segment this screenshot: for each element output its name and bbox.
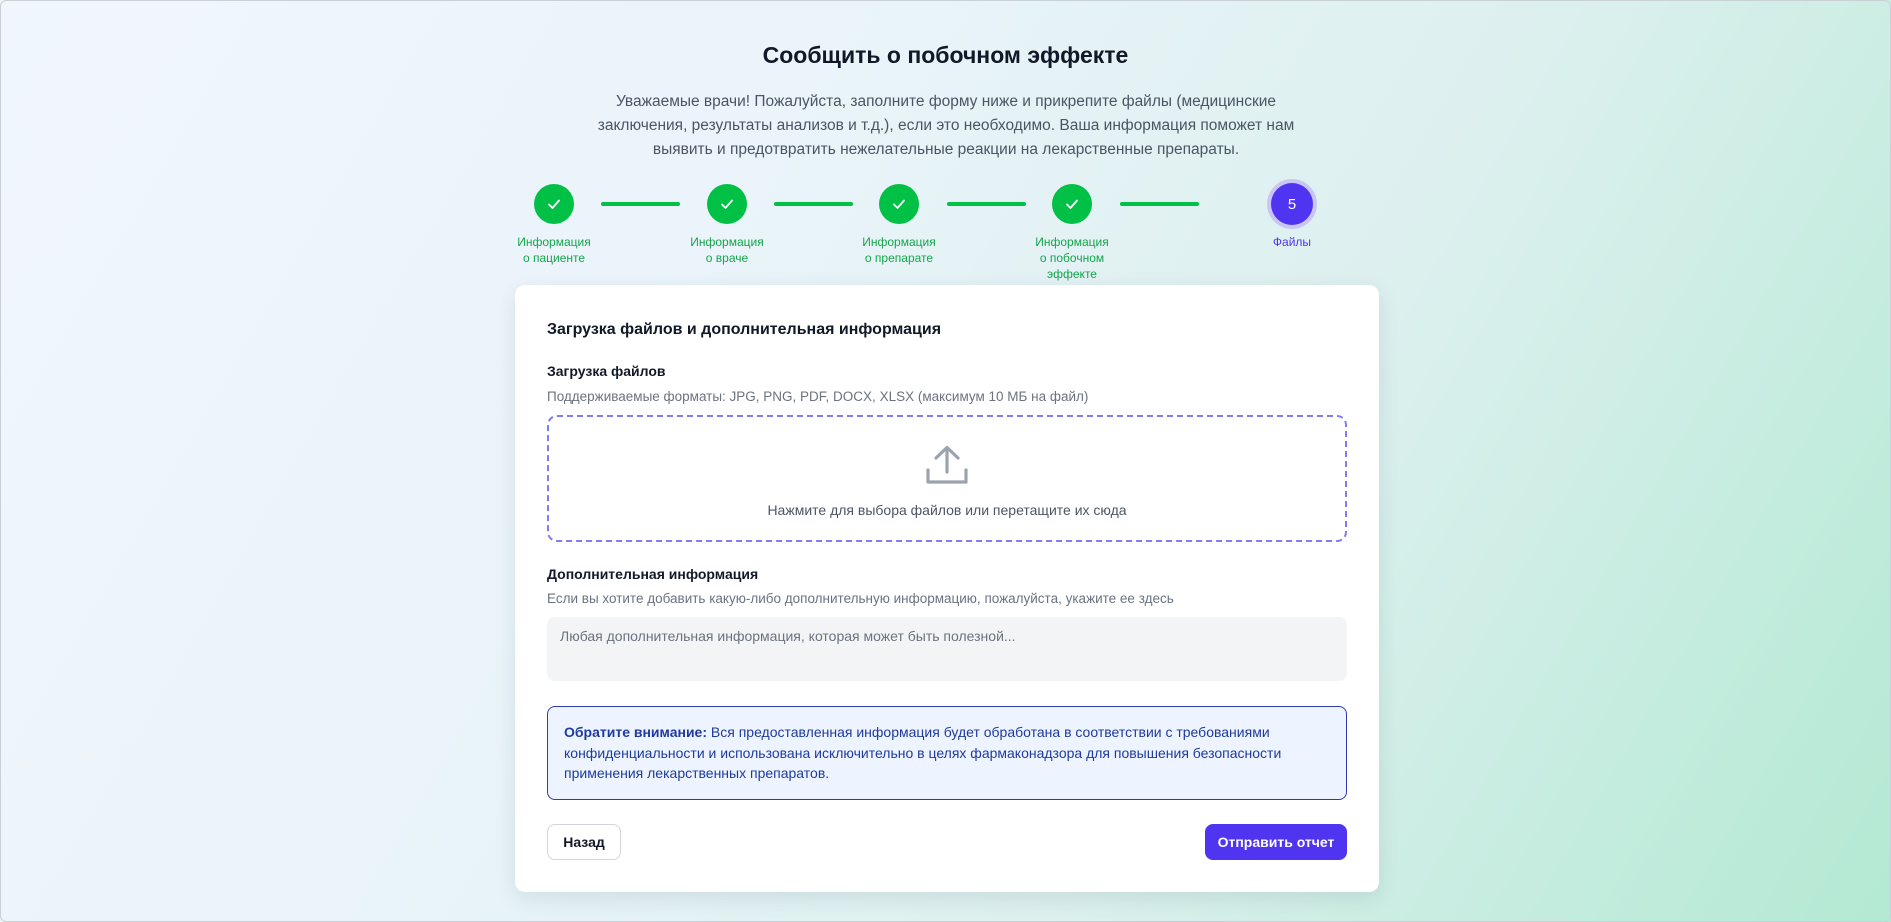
- step-5-number: 5: [1287, 195, 1297, 213]
- submit-report-button[interactable]: Отправить отчет: [1205, 824, 1347, 860]
- upload-label: Загрузка файлов: [547, 363, 666, 379]
- additional-info-label: Дополнительная информация: [547, 566, 759, 582]
- step-3-label: Информация о препарате: [862, 235, 936, 265]
- step-3-circle[interactable]: [879, 184, 919, 224]
- file-dropzone[interactable]: Нажмите для выбора файлов или перетащите…: [547, 415, 1347, 542]
- step-connector: [1120, 202, 1199, 206]
- check-icon: [893, 199, 905, 209]
- check-icon: [1066, 199, 1078, 209]
- step-2-label: Информация о враче: [690, 235, 764, 265]
- additional-info-hint: Если вы хотите добавить какую-либо допол…: [547, 591, 1174, 606]
- step-connector: [774, 202, 853, 206]
- step-4-label: Информация о побочном эффекте: [1035, 235, 1109, 281]
- step-1-circle[interactable]: [534, 184, 574, 224]
- step-connector: [601, 202, 680, 206]
- step-4-circle[interactable]: [1052, 184, 1092, 224]
- back-button[interactable]: Назад: [547, 824, 621, 860]
- step-5-circle[interactable]: 5: [1271, 183, 1313, 225]
- page-title: Сообщить о побочном эффекте: [762, 42, 1129, 68]
- step-connector: [947, 202, 1026, 206]
- check-icon: [721, 199, 733, 209]
- notice-title: Обратите внимание:: [564, 724, 708, 740]
- privacy-notice: Обратите внимание: Вся предоставленная и…: [547, 706, 1347, 800]
- additional-info-textarea[interactable]: [547, 617, 1347, 681]
- step-2-circle[interactable]: [707, 184, 747, 224]
- form-card: Загрузка файлов и дополнительная информа…: [515, 285, 1379, 892]
- step-1-label: Информация о пациенте: [517, 235, 591, 265]
- section-title: Загрузка файлов и дополнительная информа…: [547, 321, 942, 338]
- upload-icon: [926, 445, 968, 484]
- page-subtitle: Уважаемые врачи! Пожалуйста, заполните ф…: [597, 93, 1295, 158]
- check-icon: [548, 199, 560, 209]
- dropzone-text: Нажмите для выбора файлов или перетащите…: [767, 501, 1127, 518]
- progress-stepper: Информация о пациенте Информация о враче…: [0, 183, 1891, 284]
- step-5-label: Файлы: [1272, 235, 1312, 249]
- upload-hint: Поддерживаемые форматы: JPG, PNG, PDF, D…: [547, 389, 1089, 404]
